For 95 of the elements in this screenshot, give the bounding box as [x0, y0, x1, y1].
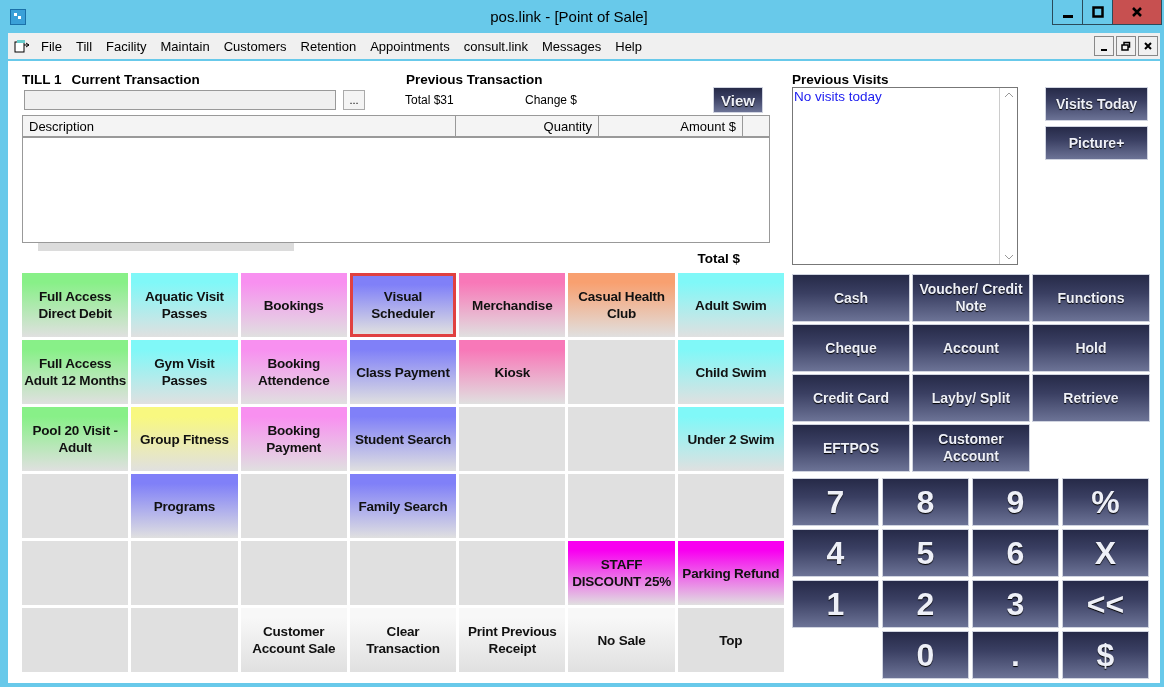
menu-item[interactable]: Till	[68, 38, 100, 54]
category-tile[interactable]: Print Previous Receipt	[459, 608, 566, 672]
category-tile[interactable]: Bookings	[240, 273, 347, 337]
keypad-key[interactable]: 7	[792, 478, 879, 526]
category-tile[interactable]: Casual Health Club	[568, 273, 675, 337]
minimize-button[interactable]	[1094, 36, 1114, 56]
scrollbar[interactable]	[38, 243, 294, 251]
chevron-down-icon[interactable]	[1003, 254, 1014, 260]
restore-icon	[1121, 41, 1131, 51]
minimize-icon	[1062, 14, 1073, 18]
keypad-key[interactable]: 1	[792, 580, 879, 628]
list-item: No visits today	[794, 89, 883, 104]
keypad-key[interactable]: $	[1062, 631, 1149, 679]
menu-item[interactable]: Appointments	[363, 38, 457, 54]
keypad-key[interactable]: 2	[882, 580, 969, 628]
menu-item[interactable]: Maintain	[153, 38, 217, 54]
payment-button[interactable]: Account	[912, 324, 1030, 372]
menu-item[interactable]: Help	[608, 38, 649, 54]
view-button[interactable]: View	[713, 87, 763, 113]
payment-button[interactable]: Cheque	[792, 324, 910, 372]
category-tile[interactable]: Customer Account Sale	[240, 608, 347, 672]
payment-button[interactable]: Layby/ Split	[912, 374, 1030, 422]
category-tile[interactable]: No Sale	[568, 608, 675, 672]
menu-item[interactable]: Facility	[99, 38, 154, 54]
payment-button[interactable]: Functions	[1032, 274, 1150, 322]
browse-button[interactable]: ...	[343, 90, 365, 110]
category-tile[interactable]: Booking Attendence	[240, 340, 347, 404]
category-tile[interactable]: Full Access Adult 12 Months	[22, 340, 129, 404]
menu-item[interactable]: File	[34, 38, 69, 54]
keypad-key[interactable]: %	[1062, 478, 1149, 526]
section-heading: Previous Visits	[792, 71, 890, 87]
category-tile[interactable]: Aquatic Visit Passes	[131, 273, 238, 337]
column-header[interactable]: Amount $	[599, 116, 743, 136]
keypad-key[interactable]: 5	[882, 529, 969, 577]
category-tile[interactable]: Merchandise	[459, 273, 566, 337]
keypad-key[interactable]: <<	[1062, 580, 1149, 628]
keypad-key[interactable]: 6	[972, 529, 1059, 577]
action-button[interactable]: Picture+	[1045, 126, 1148, 160]
category-tile[interactable]: Visual Scheduler	[349, 273, 457, 337]
app-icon	[10, 8, 26, 25]
payment-button[interactable]: Credit Card	[792, 374, 910, 422]
category-tile[interactable]: STAFF DISCOUNT 25%	[568, 541, 675, 605]
section-heading: Previous Transaction	[406, 72, 543, 87]
category-tile[interactable]: Gym Visit Passes	[131, 340, 238, 404]
category-tile[interactable]: Student Search	[349, 407, 457, 471]
category-tile[interactable]: Top	[677, 608, 784, 672]
column-header[interactable]: Description	[23, 116, 456, 136]
maximize-icon	[1091, 6, 1104, 18]
category-tile[interactable]: Child Swim	[677, 340, 784, 404]
category-tile[interactable]: Family Search	[349, 474, 457, 538]
restore-button[interactable]	[1116, 36, 1136, 56]
payment-button[interactable]: Hold	[1032, 324, 1150, 372]
category-tile[interactable]: Pool 20 Visit - Adult	[22, 407, 129, 471]
keypad-key[interactable]: .	[972, 631, 1059, 679]
payment-button[interactable]: Cash	[792, 274, 910, 322]
keypad-key[interactable]: 9	[972, 478, 1059, 526]
category-tile[interactable]: Kiosk	[459, 340, 566, 404]
category-tile[interactable]: Full Access Direct Debit	[22, 273, 129, 337]
till-label: TILL 1	[22, 72, 62, 87]
category-tile[interactable]: Parking Refund	[677, 541, 784, 605]
payment-button[interactable]: Customer Account	[912, 424, 1030, 472]
menu-item[interactable]: Customers	[216, 38, 294, 54]
close-button[interactable]	[1138, 36, 1158, 56]
window-title: pos.link - [Point of Sale]	[489, 8, 649, 25]
visits-list[interactable]: No visits today	[792, 87, 1018, 265]
category-tile[interactable]: Under 2 Swim	[677, 407, 784, 471]
category-tile[interactable]: Adult Swim	[677, 273, 784, 337]
close-icon	[1143, 41, 1153, 51]
previous-change: Change $	[525, 93, 579, 107]
menu-item[interactable]: Messages	[535, 38, 609, 54]
keypad-key[interactable]: 3	[972, 580, 1059, 628]
section-heading: Current Transaction	[71, 72, 200, 87]
category-tile[interactable]: Class Payment	[349, 340, 457, 404]
action-button[interactable]: Visits Today	[1045, 87, 1148, 121]
total-label: Total $	[697, 251, 740, 266]
category-tile[interactable]: Booking Payment	[240, 407, 347, 471]
payment-button[interactable]: EFTPOS	[792, 424, 910, 472]
category-tile[interactable]: Group Fitness	[131, 407, 238, 471]
category-tile[interactable]: Programs	[131, 474, 238, 538]
keypad-key[interactable]: X	[1062, 529, 1149, 577]
document-icon[interactable]	[14, 39, 30, 53]
keypad-key[interactable]: 0	[882, 631, 969, 679]
column-header[interactable]: Quantity	[456, 116, 599, 136]
category-tile[interactable]: Clear Transaction	[349, 608, 457, 672]
payment-button[interactable]: Voucher/ Credit Note	[912, 274, 1030, 322]
payment-button[interactable]: Retrieve	[1032, 374, 1150, 422]
keypad-key[interactable]: 8	[882, 478, 969, 526]
minimize-icon	[1101, 48, 1107, 51]
item-entry-field[interactable]	[24, 90, 336, 110]
menu-item[interactable]: Retention	[293, 38, 364, 54]
chevron-up-icon[interactable]	[1003, 92, 1014, 98]
menu-item[interactable]: consult.link	[456, 38, 535, 54]
keypad-key[interactable]: 4	[792, 529, 879, 577]
close-icon	[1131, 6, 1143, 18]
previous-total: Total $31	[405, 93, 455, 107]
